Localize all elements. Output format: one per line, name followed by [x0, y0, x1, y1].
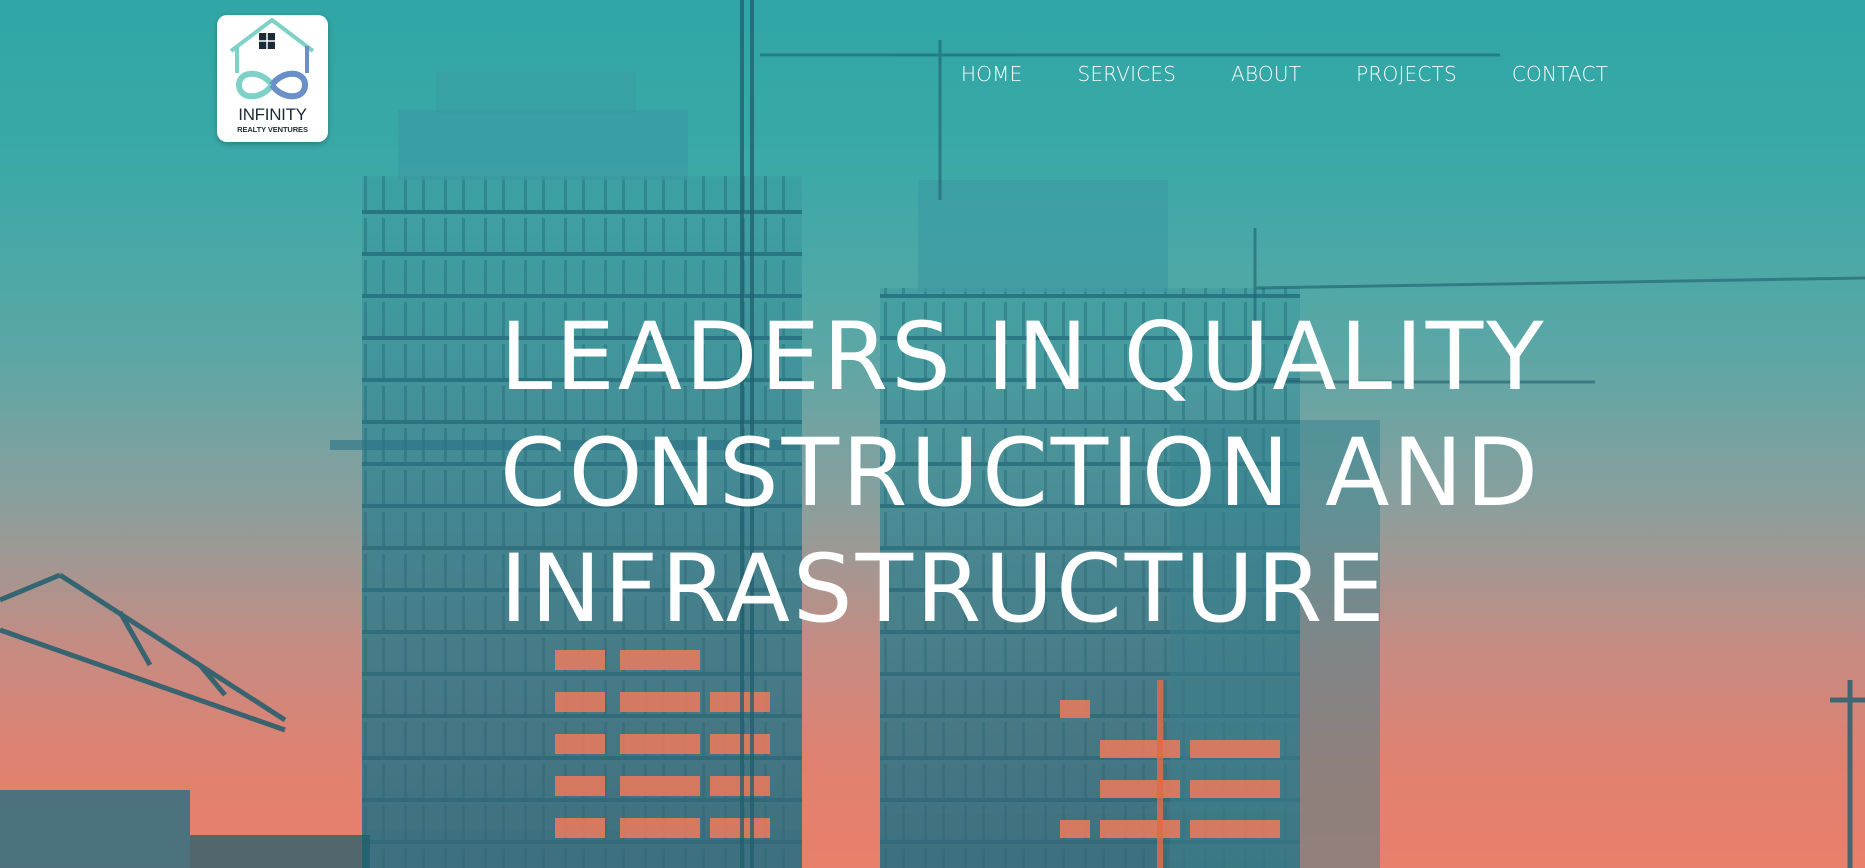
hero-section: INFINITY REALTY VENTURES HOME SERVICES A… [0, 0, 1865, 868]
headline-line-3: INFRASTRUCTURE [500, 535, 1388, 644]
main-navigation: HOME SERVICES ABOUT PROJECTS CONTACT [961, 60, 1608, 88]
house-infinity-logo-icon [229, 18, 315, 100]
logo-brand-name: INFINITY [238, 105, 307, 124]
nav-services-link[interactable]: SERVICES [1077, 60, 1176, 88]
hero-headline: LEADERS IN QUALITY CONSTRUCTION AND INFR… [500, 300, 1800, 648]
nav-contact-link[interactable]: CONTACT [1512, 60, 1608, 88]
headline-line-1: LEADERS IN QUALITY [500, 303, 1547, 412]
nav-projects-link[interactable]: PROJECTS [1356, 60, 1457, 88]
nav-home-link[interactable]: HOME [961, 60, 1022, 88]
headline-line-2: CONSTRUCTION AND [500, 419, 1542, 528]
company-logo[interactable]: INFINITY REALTY VENTURES [217, 15, 328, 142]
logo-tagline: REALTY VENTURES [237, 125, 308, 134]
nav-about-link[interactable]: ABOUT [1231, 60, 1301, 88]
